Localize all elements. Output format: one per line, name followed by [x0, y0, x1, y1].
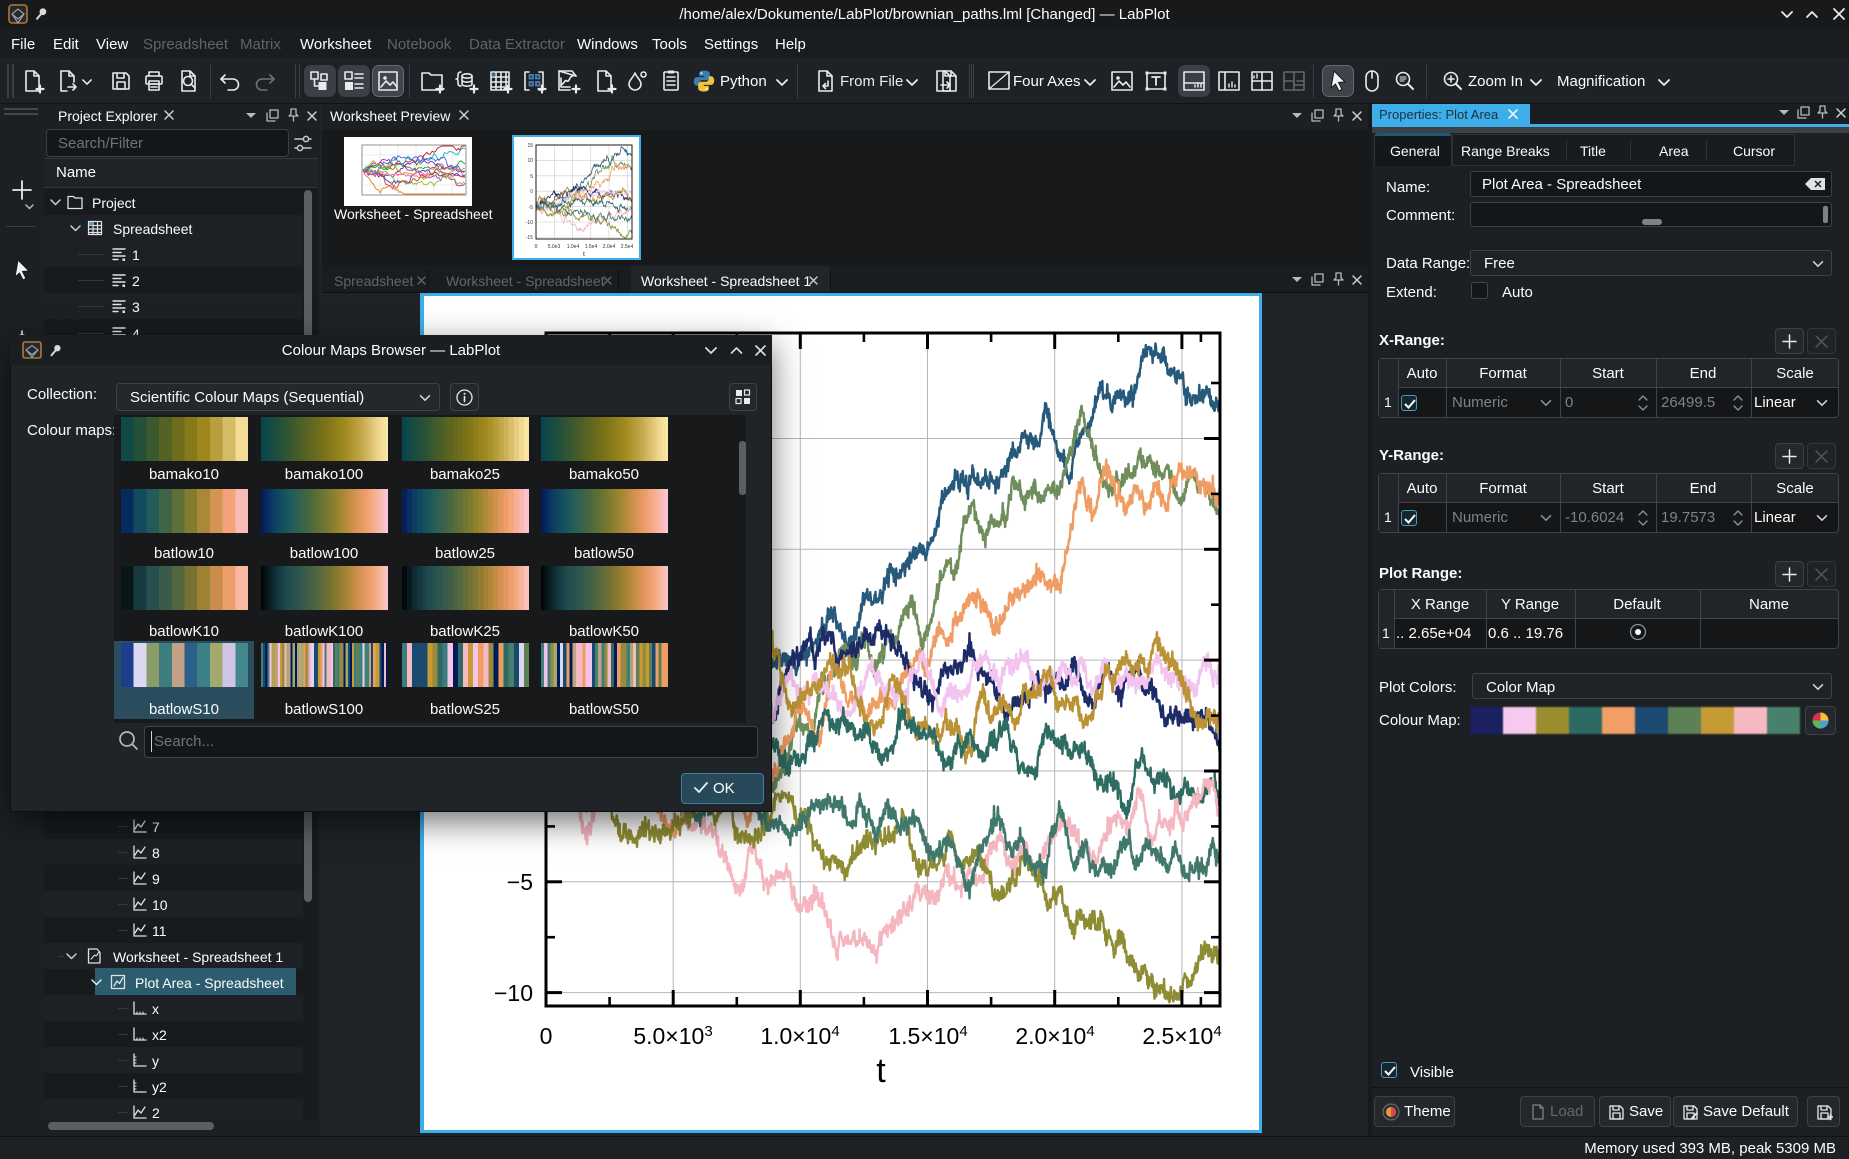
svg-text:1.0×104: 1.0×104 — [760, 1023, 839, 1049]
svg-text:2.0e4: 2.0e4 — [603, 244, 616, 250]
svg-text:−10: −10 — [494, 980, 533, 1006]
svg-text:t: t — [876, 1052, 886, 1090]
svg-text:−5: −5 — [507, 869, 533, 895]
svg-text:1.5×104: 1.5×104 — [888, 1023, 967, 1049]
svg-text:5: 5 — [530, 174, 533, 180]
svg-text:-5: -5 — [529, 205, 534, 211]
svg-text:1.0e4: 1.0e4 — [567, 244, 580, 250]
svg-text:1.5e4: 1.5e4 — [585, 244, 598, 250]
svg-text:5.0e3: 5.0e3 — [548, 244, 561, 250]
svg-text:15: 15 — [527, 143, 533, 149]
svg-text:2.5×104: 2.5×104 — [1142, 1023, 1221, 1049]
svg-text:2.5e4: 2.5e4 — [621, 244, 634, 250]
svg-text:0: 0 — [540, 1023, 553, 1049]
svg-text:-15: -15 — [526, 235, 533, 241]
svg-text:10: 10 — [527, 158, 533, 164]
svg-text:0: 0 — [530, 189, 533, 195]
svg-text:2.0×104: 2.0×104 — [1015, 1023, 1094, 1049]
svg-text:-10: -10 — [526, 220, 533, 226]
svg-text:5.0×103: 5.0×103 — [633, 1023, 712, 1049]
svg-text:0: 0 — [535, 244, 538, 250]
